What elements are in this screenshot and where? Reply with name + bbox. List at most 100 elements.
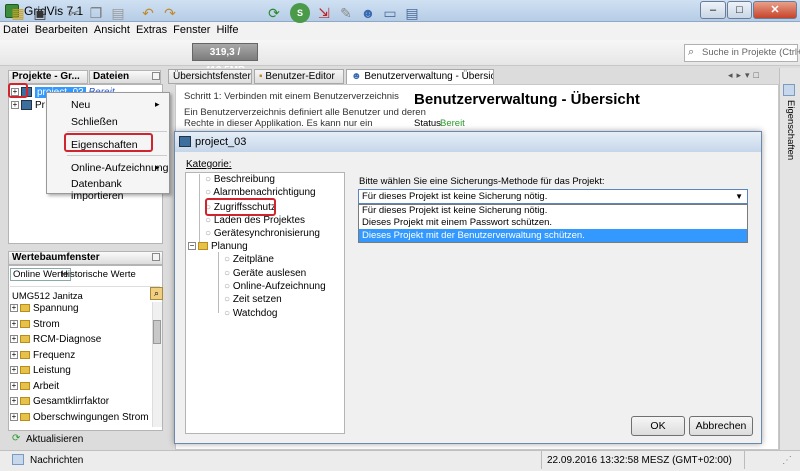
refresh-icon[interactable]: ⟳ <box>12 433 20 444</box>
memory-indicator[interactable]: 319,3 / 412,5MB <box>192 43 258 76</box>
project-label[interactable]: Pr <box>35 100 45 111</box>
new-icon[interactable]: ▦ <box>8 3 28 23</box>
menu-item-neu[interactable]: Neu <box>71 99 90 111</box>
search-input[interactable]: Suche in Projekte (Ctrl+I) <box>702 47 800 58</box>
category-geraete-auslesen[interactable]: ○ Geräte auslesen <box>224 267 306 280</box>
copy-icon[interactable]: ❐ <box>86 3 106 23</box>
properties-label[interactable]: Eigenschaften <box>785 100 796 160</box>
menu-hilfe[interactable]: Hilfe <box>213 22 241 38</box>
menu-extras[interactable]: Extras <box>133 22 170 38</box>
tree-item-label: RCM-Diagnose <box>33 334 102 345</box>
tab-benutzer-editor[interactable]: ▪ Benutzer-Editor <box>254 69 344 84</box>
tab-benutzerverwaltung[interactable]: ☻ Benutzerverwaltung - Übersicht <box>346 69 494 84</box>
resize-grip-icon[interactable]: ⋰ <box>782 455 792 466</box>
category-planung[interactable]: − Planung <box>188 240 248 253</box>
expand-icon[interactable]: + <box>10 412 18 421</box>
user-list-icon[interactable]: ▭ <box>380 3 400 23</box>
tab-files[interactable]: Dateien <box>89 70 161 84</box>
folder-icon <box>20 319 30 328</box>
category-online-aufzeichnung[interactable]: ○ Online-Aufzeichnung <box>224 280 326 293</box>
tree-item-oberschwingungen[interactable]: + Oberschwingungen Strom <box>10 411 149 423</box>
tab-nav-icons[interactable]: ◂▸▾□ <box>728 70 776 82</box>
refresh-icon[interactable]: ⟳ <box>264 3 284 23</box>
close-button[interactable]: ✕ <box>753 1 797 19</box>
security-method-dropdown: Für dieses Projekt ist keine Sicherung n… <box>358 204 748 243</box>
cancel-button[interactable]: Abbrechen <box>689 416 753 436</box>
category-item-label: Online-Aufzeichnung <box>232 281 326 292</box>
datetime-display: 22.09.2016 13:32:58 MESZ (GMT+02:00) <box>547 455 732 466</box>
node-icon: ○ <box>205 215 212 226</box>
folder-icon <box>20 335 30 344</box>
option-benutzerverwaltung[interactable]: Dieses Projekt mit der Benutzerverwaltun… <box>359 229 747 242</box>
paste-icon[interactable]: ▤ <box>108 3 128 23</box>
menu-fenster[interactable]: Fenster <box>170 22 213 38</box>
tree-item-frequenz[interactable]: + Frequenz <box>10 349 149 365</box>
tree-item-spannung[interactable]: + Spannung <box>10 302 149 318</box>
ok-button[interactable]: OK <box>631 416 685 436</box>
submenu-arrow-icon: ▸ <box>155 162 160 172</box>
category-zeitplaene[interactable]: ○ Zeitpläne <box>224 253 274 266</box>
redo-icon[interactable]: ↷ <box>160 3 180 23</box>
tree-item-leistung[interactable]: + Leistung <box>10 364 149 380</box>
folder-icon <box>20 350 30 359</box>
tree-item-gesamtklirrfaktor[interactable]: + Gesamtklirrfaktor <box>10 395 149 411</box>
save-icon[interactable]: ▣ <box>30 3 50 23</box>
refresh-button[interactable]: Aktualisieren <box>26 434 83 445</box>
expand-icon[interactable]: + <box>10 335 18 344</box>
category-item-label: Zeitpläne <box>232 254 274 265</box>
tree-item-strom[interactable]: + Strom <box>10 318 149 334</box>
menu-bearbeiten[interactable]: Bearbeiten <box>32 22 91 38</box>
tab-uebersichtsfenster[interactable]: Übersichtsfenster <box>168 69 252 84</box>
tree-item-label: Gesamtklirrfaktor <box>33 396 110 407</box>
search-device-icon[interactable]: ⌕ <box>150 287 163 300</box>
menu-item-datenbank-importieren[interactable]: Datenbank importieren <box>71 178 169 202</box>
report-icon[interactable]: ▤ <box>402 3 422 23</box>
minimize-button[interactable]: – <box>700 1 726 19</box>
undo-icon[interactable]: ↶ <box>138 3 158 23</box>
cut-icon[interactable]: ✂ <box>64 3 84 23</box>
menu-separator <box>67 131 167 132</box>
menu-separator <box>67 155 167 156</box>
expand-icon[interactable]: + <box>10 319 18 328</box>
tree-item-rcm[interactable]: + RCM-Diagnose <box>10 333 149 349</box>
folder-icon <box>20 304 30 313</box>
tools-icon[interactable]: ✎ <box>336 3 356 23</box>
panel-minimize-icon[interactable] <box>152 72 160 80</box>
tab-historische-werte[interactable]: Historische Werte <box>61 269 136 280</box>
tree-item-arbeit[interactable]: + Arbeit <box>10 380 149 396</box>
users-icon[interactable]: ☻ <box>358 3 378 23</box>
messages-icon[interactable] <box>12 454 24 465</box>
page-heading: Benutzerverwaltung - Übersicht <box>414 91 640 108</box>
import-icon[interactable]: ⇲ <box>314 3 334 23</box>
expand-icon[interactable]: + <box>10 397 18 406</box>
menu-item-online-aufzeichnung[interactable]: Online-Aufzeichnung <box>71 162 168 174</box>
category-geraetesync[interactable]: ○ Gerätesynchronisierung <box>205 227 320 240</box>
category-item-label: Alarmbenachrichtigung <box>213 187 316 198</box>
expand-icon[interactable]: + <box>11 101 19 110</box>
panel-minimize-icon[interactable] <box>152 253 160 261</box>
menu-item-schliessen[interactable]: Schließen <box>71 116 118 128</box>
messages-label[interactable]: Nachrichten <box>30 455 83 466</box>
menu-datei[interactable]: Datei <box>0 22 32 38</box>
folder-icon <box>20 366 30 375</box>
security-method-select[interactable]: Für dieses Projekt ist keine Sicherung n… <box>358 189 748 204</box>
expand-icon[interactable]: + <box>10 366 18 375</box>
node-icon: ○ <box>224 308 231 319</box>
collapse-icon[interactable]: − <box>188 242 196 251</box>
option-keine-sicherung[interactable]: Für dieses Projekt ist keine Sicherung n… <box>359 205 747 217</box>
search-icon: ⌕ <box>688 46 695 58</box>
expand-icon[interactable]: + <box>10 381 18 390</box>
expand-icon[interactable]: + <box>10 350 18 359</box>
menu-ansicht[interactable]: Ansicht <box>91 22 133 38</box>
sync-icon[interactable]: S <box>290 3 310 23</box>
option-passwort[interactable]: Dieses Projekt mit einem Passwort schütz… <box>359 217 747 229</box>
maximize-button[interactable]: □ <box>727 1 752 19</box>
category-zeit-setzen[interactable]: ○ Zeit setzen <box>224 293 282 306</box>
properties-icon[interactable] <box>783 84 795 96</box>
expand-icon[interactable]: + <box>10 304 18 313</box>
category-beschreibung[interactable]: ○ Beschreibung <box>205 173 275 186</box>
scrollbar-thumb[interactable] <box>153 320 161 344</box>
category-watchdog[interactable]: ○ Watchdog <box>224 307 277 320</box>
tree-row-project-2[interactable]: + Pr <box>11 99 45 112</box>
tab-projects[interactable]: Projekte - Gr... <box>8 70 88 84</box>
